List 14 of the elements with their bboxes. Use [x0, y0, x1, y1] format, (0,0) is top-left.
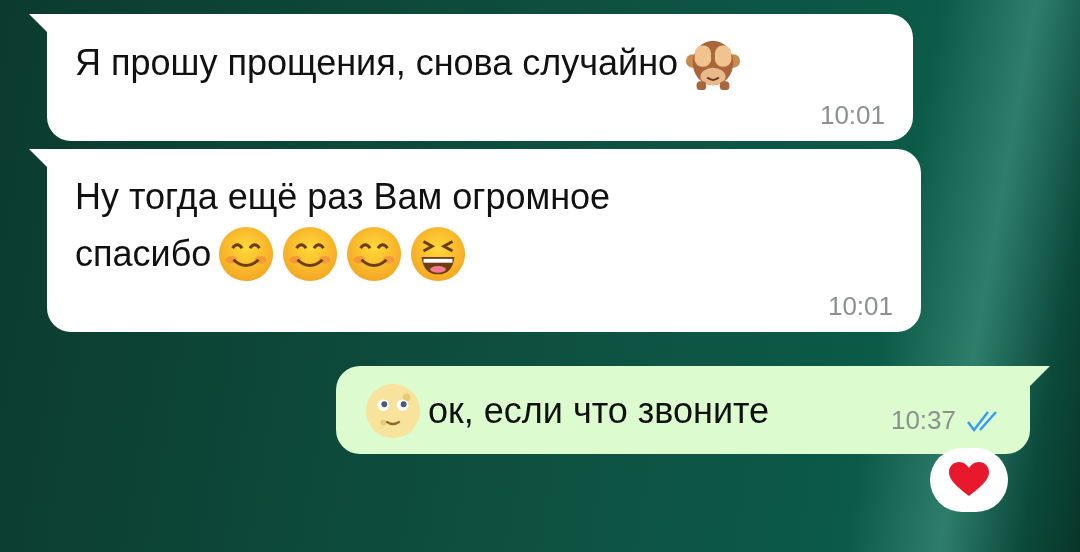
smiling-face-icon: [281, 225, 340, 283]
message-time: 10:01: [827, 291, 893, 322]
message-text: Ну тогда ещё раз Вам огромное: [75, 176, 611, 218]
moon-face-icon: [364, 382, 422, 440]
message-time: 10:01: [819, 100, 885, 131]
message-time: 10:37: [890, 405, 956, 436]
reaction-badge[interactable]: [930, 448, 1008, 512]
heart-icon: [949, 462, 989, 498]
smiling-face-icon: [217, 225, 276, 283]
message-text: спасибо: [75, 233, 212, 275]
message-text: Я прошу прощения, снова случайно: [75, 42, 679, 84]
smiling-face-icon: [345, 225, 404, 283]
message-text: ок, если что звоните: [428, 390, 770, 432]
laughing-face-icon: [409, 225, 468, 283]
